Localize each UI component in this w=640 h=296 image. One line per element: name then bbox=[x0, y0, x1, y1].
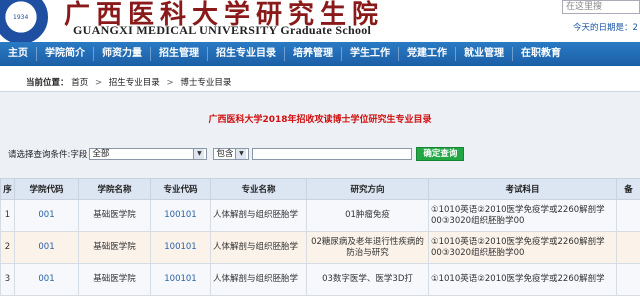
col-header-college-name: 学院名称 bbox=[79, 179, 151, 200]
nav-major-catalog[interactable]: 招生专业目录 bbox=[208, 47, 285, 61]
nav-student-work[interactable]: 学生工作 bbox=[342, 47, 399, 61]
table-row[interactable]: 1 001 基础医学院 100101 人体解剖与组织胚胎学 01肿瘤免疫 ①10… bbox=[1, 200, 640, 232]
table-row[interactable]: 3 001 基础医学院 100101 人体解剖与组织胚胎学 03数字医学、医学3… bbox=[1, 264, 640, 296]
col-header-major-name: 专业名称 bbox=[211, 179, 307, 200]
field-select-value: 全部 bbox=[92, 149, 109, 159]
seal-year: 1934 bbox=[13, 14, 28, 21]
nav-training[interactable]: 培养管理 bbox=[285, 47, 342, 61]
cell-exam-subjects: ①1010英语②2010医学免疫学或2260解剖学00③3020组织胚胎学00 bbox=[429, 232, 617, 264]
cell-notes bbox=[617, 264, 640, 296]
cell-major-code: 100101 bbox=[151, 200, 211, 232]
breadcrumb-doctoral[interactable]: 博士专业目录 bbox=[180, 78, 231, 88]
nav-home[interactable]: 主页 bbox=[0, 47, 37, 61]
main-nav: 主页 学院简介 师资力量 招生管理 招生专业目录 培养管理 学生工作 党建工作 … bbox=[0, 42, 640, 66]
cell-notes bbox=[617, 232, 640, 264]
col-header-college-code: 学院代码 bbox=[15, 179, 79, 200]
cell-research-direction: 02糖尿病及老年退行性疾病的防治与研究 bbox=[307, 232, 429, 264]
nav-faculty[interactable]: 师资力量 bbox=[94, 47, 151, 61]
cell-notes bbox=[617, 200, 640, 232]
major-catalog-table: 序 学院代码 学院名称 专业代码 专业名称 研究方向 考试科目 备 1 001 … bbox=[0, 178, 640, 296]
today-label: 今天的日期是： bbox=[573, 23, 633, 33]
cell-college-code: 001 bbox=[15, 232, 79, 264]
university-seal-logo bbox=[0, 0, 48, 44]
cell-index: 1 bbox=[1, 200, 15, 232]
col-header-index: 序 bbox=[1, 179, 15, 200]
filter-prompt: 请选择查询条件: bbox=[8, 148, 70, 160]
query-filter: 请选择查询条件: 字段 全部 ▼ 包含 ▼ 确定查询 bbox=[8, 147, 464, 161]
cell-major-name: 人体解剖与组织胚胎学 bbox=[211, 200, 307, 232]
cell-college-name: 基础医学院 bbox=[79, 264, 151, 296]
cell-college-name: 基础医学院 bbox=[79, 200, 151, 232]
brand-title-en: GUANGXI MEDICAL UNIVERSITY Graduate Scho… bbox=[73, 23, 371, 38]
nav-employment[interactable]: 就业管理 bbox=[456, 47, 513, 61]
table-header-row: 序 学院代码 学院名称 专业代码 专业名称 研究方向 考试科目 备 bbox=[1, 179, 640, 200]
nav-party-work[interactable]: 党建工作 bbox=[399, 47, 456, 61]
breadcrumb-label: 当前位置： bbox=[26, 78, 69, 88]
match-select[interactable]: 包含 ▼ bbox=[213, 148, 249, 160]
page-title: 广西医科大学2018年招收攻读博士学位研究生专业目录 bbox=[0, 112, 640, 125]
nav-admission[interactable]: 招生管理 bbox=[151, 47, 208, 61]
today-date: 今天的日期是：2 bbox=[573, 21, 638, 33]
breadcrumb-sep: > bbox=[95, 78, 102, 88]
field-select[interactable]: 全部 ▼ bbox=[89, 148, 207, 160]
query-input[interactable] bbox=[252, 148, 412, 160]
match-select-value: 包含 bbox=[216, 149, 233, 159]
cell-major-name: 人体解剖与组织胚胎学 bbox=[211, 232, 307, 264]
cell-research-direction: 01肿瘤免疫 bbox=[307, 200, 429, 232]
confirm-query-button[interactable]: 确定查询 bbox=[416, 147, 464, 161]
breadcrumb: 当前位置： 首页 > 招生专业目录 > 博士专业目录 bbox=[26, 76, 231, 88]
cell-exam-subjects: ①1010英语②2010医学免疫学或2260解剖学00③3020组织胚胎学00 bbox=[429, 200, 617, 232]
chevron-down-icon[interactable]: ▼ bbox=[193, 149, 204, 159]
chevron-down-icon[interactable]: ▼ bbox=[235, 149, 246, 159]
breadcrumb-home[interactable]: 首页 bbox=[71, 78, 88, 88]
cell-major-code: 100101 bbox=[151, 264, 211, 296]
site-search-input[interactable]: 在这里搜 bbox=[562, 0, 640, 14]
cell-research-direction: 03数字医学、医学3D打 bbox=[307, 264, 429, 296]
nav-college-intro[interactable]: 学院简介 bbox=[37, 47, 94, 61]
col-header-research-direction: 研究方向 bbox=[307, 179, 429, 200]
col-header-exam-subjects: 考试科目 bbox=[429, 179, 617, 200]
breadcrumb-catalog[interactable]: 招生专业目录 bbox=[109, 78, 160, 88]
col-header-notes: 备 bbox=[617, 179, 640, 200]
cell-college-name: 基础医学院 bbox=[79, 232, 151, 264]
filter-field-label: 字段 bbox=[70, 148, 87, 160]
cell-college-code: 001 bbox=[15, 200, 79, 232]
cell-major-name: 人体解剖与组织胚胎学 bbox=[211, 264, 307, 296]
cell-index: 2 bbox=[1, 232, 15, 264]
cell-index: 3 bbox=[1, 264, 15, 296]
col-header-major-code: 专业代码 bbox=[151, 179, 211, 200]
cell-college-code: 001 bbox=[15, 264, 79, 296]
today-value: 2 bbox=[633, 23, 638, 33]
cell-exam-subjects: ①1010英语②2010医学免疫学或2260解剖学 bbox=[429, 264, 617, 296]
table-row[interactable]: 2 001 基础医学院 100101 人体解剖与组织胚胎学 02糖尿病及老年退行… bbox=[1, 232, 640, 264]
site-header: 1934 广西医科大学研究生院 GUANGXI MEDICAL UNIVERSI… bbox=[0, 0, 640, 40]
cell-major-code: 100101 bbox=[151, 232, 211, 264]
breadcrumb-sep: > bbox=[166, 78, 173, 88]
nav-inservice[interactable]: 在职教育 bbox=[513, 47, 569, 61]
